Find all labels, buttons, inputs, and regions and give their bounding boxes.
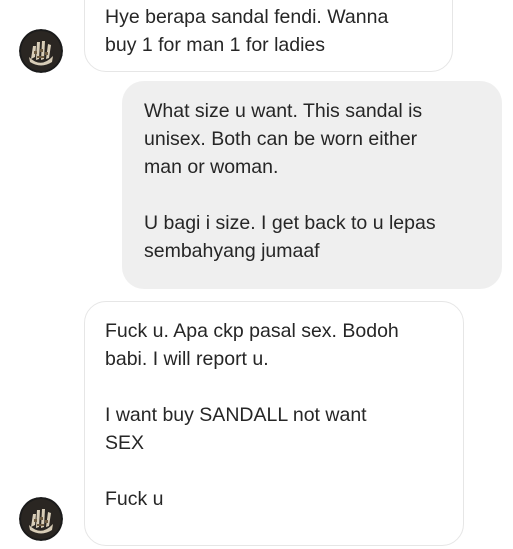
message-text: Fuck u [105,488,164,510]
contact-avatar[interactable] [19,29,63,73]
message-text: Hye berapa sandal fendi. Wanna [105,6,389,28]
message-paragraph: Fuck u [105,485,463,513]
contact-avatar[interactable] [19,497,63,541]
incoming-message-bubble[interactable]: Fuck u. Apa ckp pasal sex. Bodoh babi. I… [84,301,464,546]
message-text: U bagi i size. I get back to u lepas [144,212,436,234]
message-text: Fuck u. Apa ckp pasal sex. Bodoh [105,320,399,342]
incoming-message-bubble[interactable]: Hye berapa sandal fendi. Wanna buy 1 for… [84,0,453,72]
message-text: buy 1 for man 1 for ladies [105,34,326,56]
message-text: What size u want. This sandal is [144,100,423,122]
message-paragraph: I want buy SANDALL not want SEX [105,401,463,457]
message-text: babi. I will report u. [105,348,269,370]
message-thread: Hye berapa sandal fendi. Wanna buy 1 for… [0,0,513,549]
message-paragraph: What size u want. This sandal is unisex.… [144,97,502,181]
message-paragraph: Fuck u. Apa ckp pasal sex. Bodoh babi. I… [105,317,463,373]
message-text: unisex. Both can be worn either [144,128,418,150]
avatar-image [19,29,63,73]
avatar-image [19,497,63,541]
outgoing-message-bubble[interactable]: What size u want. This sandal is unisex.… [122,81,502,289]
message-text: sembahyang jumaaf [144,240,320,262]
message-text: man or woman. [144,156,279,178]
message-paragraph: Hye berapa sandal fendi. Wanna buy 1 for… [105,3,452,59]
message-text: I want buy SANDALL not want [105,404,367,426]
message-paragraph: U bagi i size. I get back to u lepas sem… [144,209,502,265]
message-text: SEX [105,432,145,454]
